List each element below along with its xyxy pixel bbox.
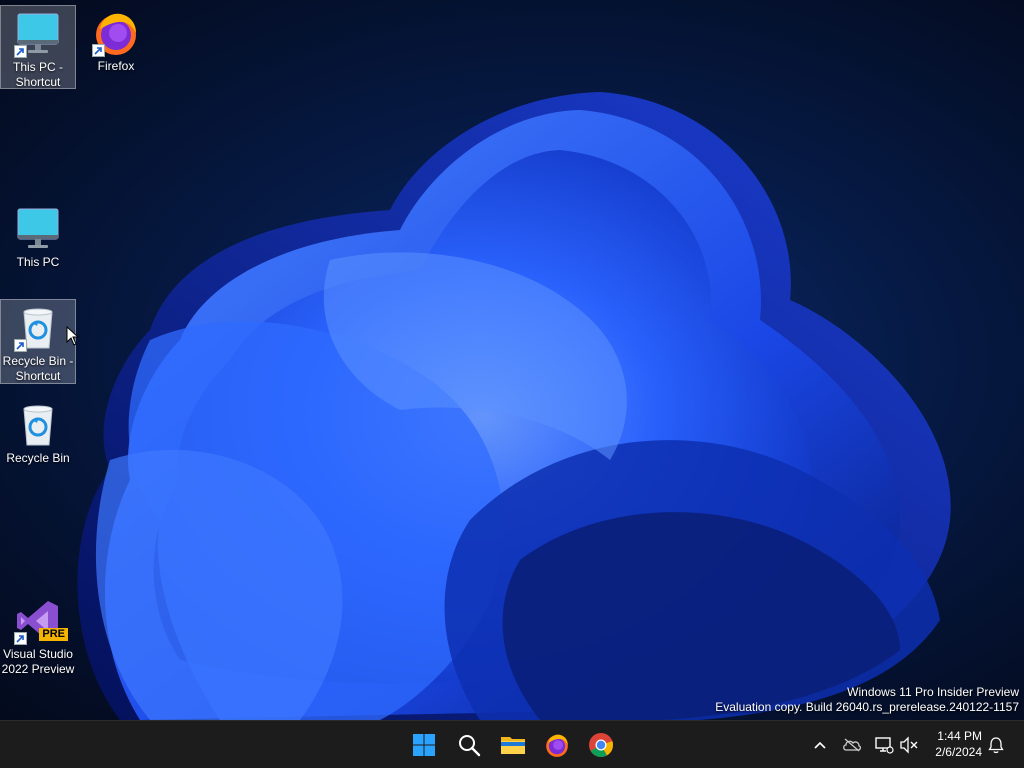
monitor-icon (14, 205, 62, 253)
desktop-icon-recycle-bin-shortcut[interactable]: Recycle Bin - Shortcut (0, 299, 76, 384)
taskbar: 1:44 PM 2/6/2024 (0, 720, 1024, 768)
shortcut-arrow-icon (92, 44, 105, 57)
chevron-up-icon (814, 741, 826, 749)
desktop-icon-this-pc-shortcut[interactable]: This PC - Shortcut (0, 5, 76, 89)
desktop[interactable]: This PC - Shortcut Firefox This PC Recyc… (0, 0, 1024, 720)
volume-tray-button[interactable] (897, 733, 921, 757)
firefox-taskbar-button[interactable] (539, 727, 575, 763)
folder-icon (501, 737, 525, 754)
icon-label: This PC - Shortcut (12, 60, 63, 89)
start-button[interactable] (406, 727, 442, 763)
chrome-taskbar-button[interactable] (583, 727, 619, 763)
wallpaper-bloom (77, 92, 951, 720)
volume-muted-icon (900, 736, 918, 754)
network-icon (875, 737, 894, 754)
pre-badge: PRE (39, 628, 68, 641)
build-watermark: Windows 11 Pro Insider Preview Evaluatio… (715, 685, 1019, 715)
notifications-button[interactable] (984, 733, 1008, 757)
clock-time: 1:44 PM (937, 729, 982, 743)
mouse-cursor-icon (66, 326, 80, 346)
recycle-bin-icon (14, 304, 62, 352)
bell-icon (988, 737, 1004, 754)
shortcut-arrow-icon (14, 45, 27, 58)
shortcut-arrow-icon (14, 632, 27, 645)
recycle-bin-icon (14, 401, 62, 449)
desktop-icon-this-pc[interactable]: This PC (0, 201, 76, 273)
visual-studio-icon: PRE (14, 597, 68, 645)
watermark-line-1: Windows 11 Pro Insider Preview (847, 685, 1019, 699)
desktop-icon-visual-studio[interactable]: PRE Visual Studio 2022 Preview (0, 593, 76, 677)
show-hidden-icons-button[interactable] (808, 733, 832, 757)
monitor-icon (14, 10, 62, 58)
onedrive-tray-button[interactable] (840, 733, 864, 757)
file-explorer-button[interactable] (495, 727, 531, 763)
icon-label: Recycle Bin - Shortcut (2, 354, 74, 383)
firefox-icon (546, 734, 568, 757)
network-tray-button[interactable] (872, 733, 896, 757)
watermark-line-2: Evaluation copy. Build 26040.rs_prerelea… (715, 700, 1019, 714)
search-button[interactable] (451, 727, 487, 763)
icon-label: Visual Studio 2022 Preview (1, 647, 75, 676)
shortcut-arrow-icon (14, 339, 27, 352)
icon-label: Firefox (97, 59, 135, 73)
icon-label: This PC (16, 255, 60, 269)
taskbar-clock[interactable]: 1:44 PM 2/6/2024 (935, 728, 982, 760)
windows-logo-icon (413, 734, 435, 756)
clock-date: 2/6/2024 (935, 745, 982, 759)
icon-label: Recycle Bin (6, 451, 70, 465)
desktop-icon-recycle-bin[interactable]: Recycle Bin (0, 397, 76, 469)
onedrive-offline-icon (843, 738, 862, 752)
search-icon (459, 735, 481, 757)
firefox-icon (92, 9, 140, 57)
desktop-icon-firefox[interactable]: Firefox (78, 5, 154, 89)
chrome-icon (589, 733, 614, 758)
